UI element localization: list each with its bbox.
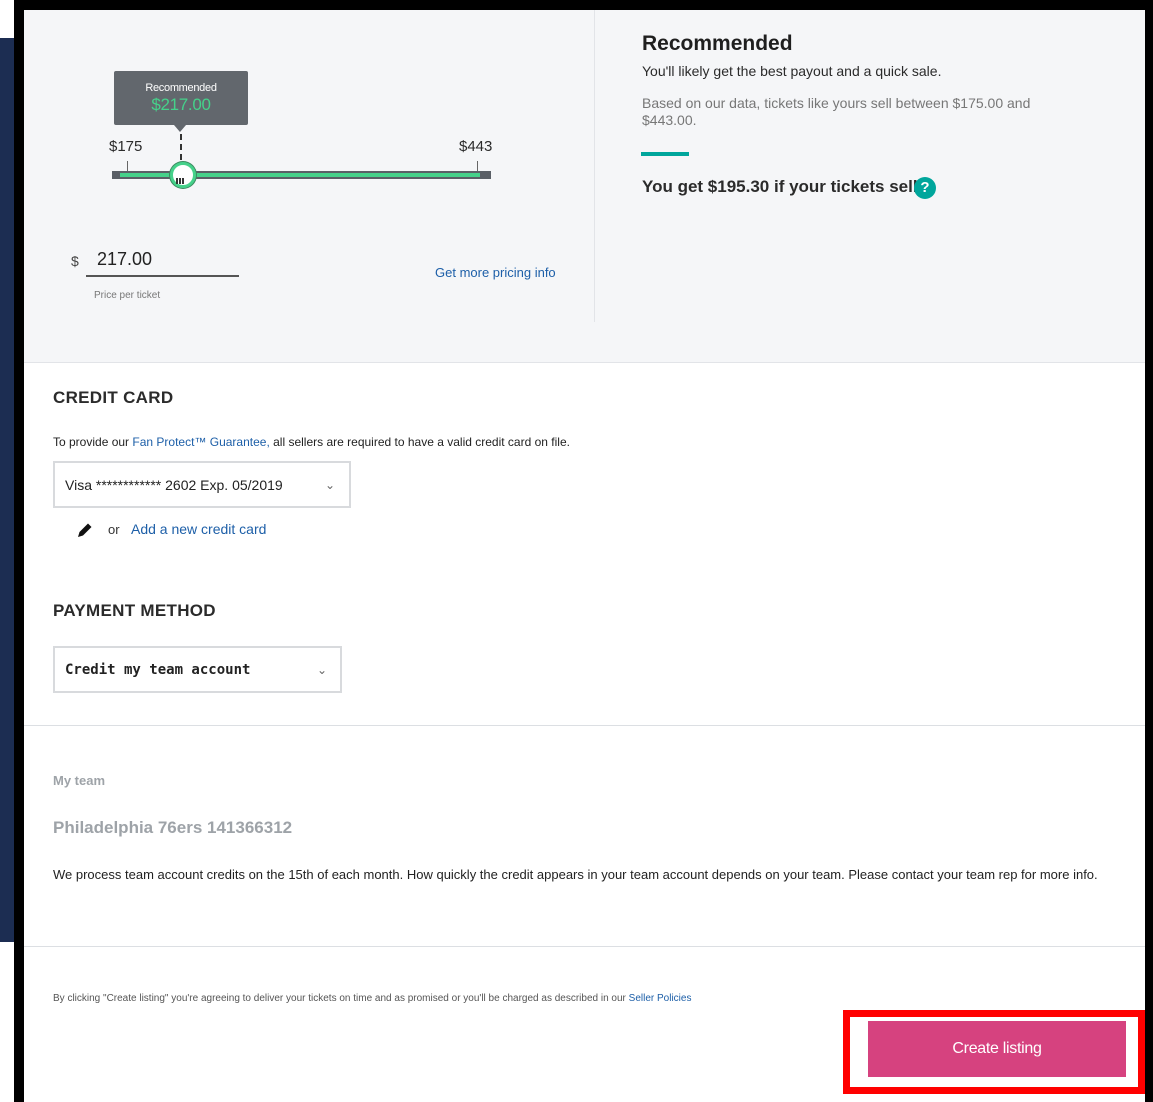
recommended-tooltip: Recommended $217.00	[114, 71, 248, 125]
recommendation-accent-bar	[641, 152, 689, 156]
add-credit-card-link[interactable]: Add a new credit card	[131, 521, 266, 537]
credit-card-title: CREDIT CARD	[53, 388, 174, 407]
frame-border-left	[14, 0, 24, 1102]
fan-protect-link[interactable]: Fan Protect™ Guarantee,	[132, 435, 269, 449]
team-label: My team	[53, 773, 106, 788]
selected-payment-method: Credit my team account	[65, 662, 251, 678]
credit-card-description: To provide our Fan Protect™ Guarantee, a…	[53, 435, 570, 449]
listing-card: Recommended $217.00 $175 $443 $ Price pe…	[24, 10, 1145, 1102]
or-text: or	[108, 522, 120, 537]
price-per-ticket-input[interactable]	[86, 243, 239, 277]
pricing-section: Recommended $217.00 $175 $443 $ Price pe…	[24, 10, 1145, 363]
recommendation-title: Recommended	[642, 32, 793, 55]
slider-max-tick	[477, 161, 478, 171]
description-prefix: To provide our	[53, 435, 133, 449]
team-credit-info: We process team account credits on the 1…	[53, 867, 1098, 882]
payment-method-select[interactable]: Credit my team account ⌄	[53, 646, 342, 693]
pencil-icon[interactable]	[75, 520, 95, 540]
payment-method-title: PAYMENT METHOD	[53, 601, 216, 620]
price-caption: Price per ticket	[94, 290, 161, 301]
section-divider	[24, 946, 1145, 947]
terms-text: By clicking "Create listing" you're agre…	[53, 993, 753, 1005]
currency-symbol: $	[71, 253, 79, 269]
description-suffix: all sellers are required to have a valid…	[269, 435, 570, 449]
slider-grip-icon	[176, 171, 186, 184]
slider-min-tick	[127, 161, 128, 171]
slider-min-label: $175	[109, 138, 143, 155]
create-listing-button[interactable]: Create listing	[868, 1021, 1126, 1077]
team-name: Philadelphia 76ers 141366312	[53, 818, 293, 837]
payout-text: You get $195.30 if your tickets sell	[642, 177, 918, 196]
pricing-divider	[594, 10, 595, 322]
credit-card-select[interactable]: Visa ************ 2602 Exp. 05/2019 ⌄	[53, 461, 351, 508]
seller-policies-link[interactable]: Seller Policies	[629, 993, 692, 1004]
recommendation-subtitle: You'll likely get the best payout and a …	[642, 63, 942, 79]
tooltip-label: Recommended	[145, 82, 217, 94]
terms-prefix: By clicking "Create listing" you're agre…	[53, 993, 629, 1004]
selected-card: Visa ************ 2602 Exp. 05/2019	[65, 477, 283, 493]
section-divider	[24, 725, 1145, 726]
frame-border-right	[1145, 0, 1153, 1102]
frame-border-top	[14, 0, 1153, 10]
help-circle-icon[interactable]: ?	[914, 177, 936, 199]
chevron-down-icon: ⌄	[325, 478, 336, 492]
background-panel	[0, 38, 14, 942]
more-pricing-info-link[interactable]: Get more pricing info	[435, 265, 556, 280]
slider-max-label: $443	[459, 138, 493, 155]
recommendation-data-text: Based on our data, tickets like yours se…	[642, 95, 1031, 128]
chevron-down-icon: ⌄	[317, 663, 328, 677]
tooltip-arrow	[174, 125, 186, 132]
tooltip-price: $217.00	[151, 95, 211, 114]
